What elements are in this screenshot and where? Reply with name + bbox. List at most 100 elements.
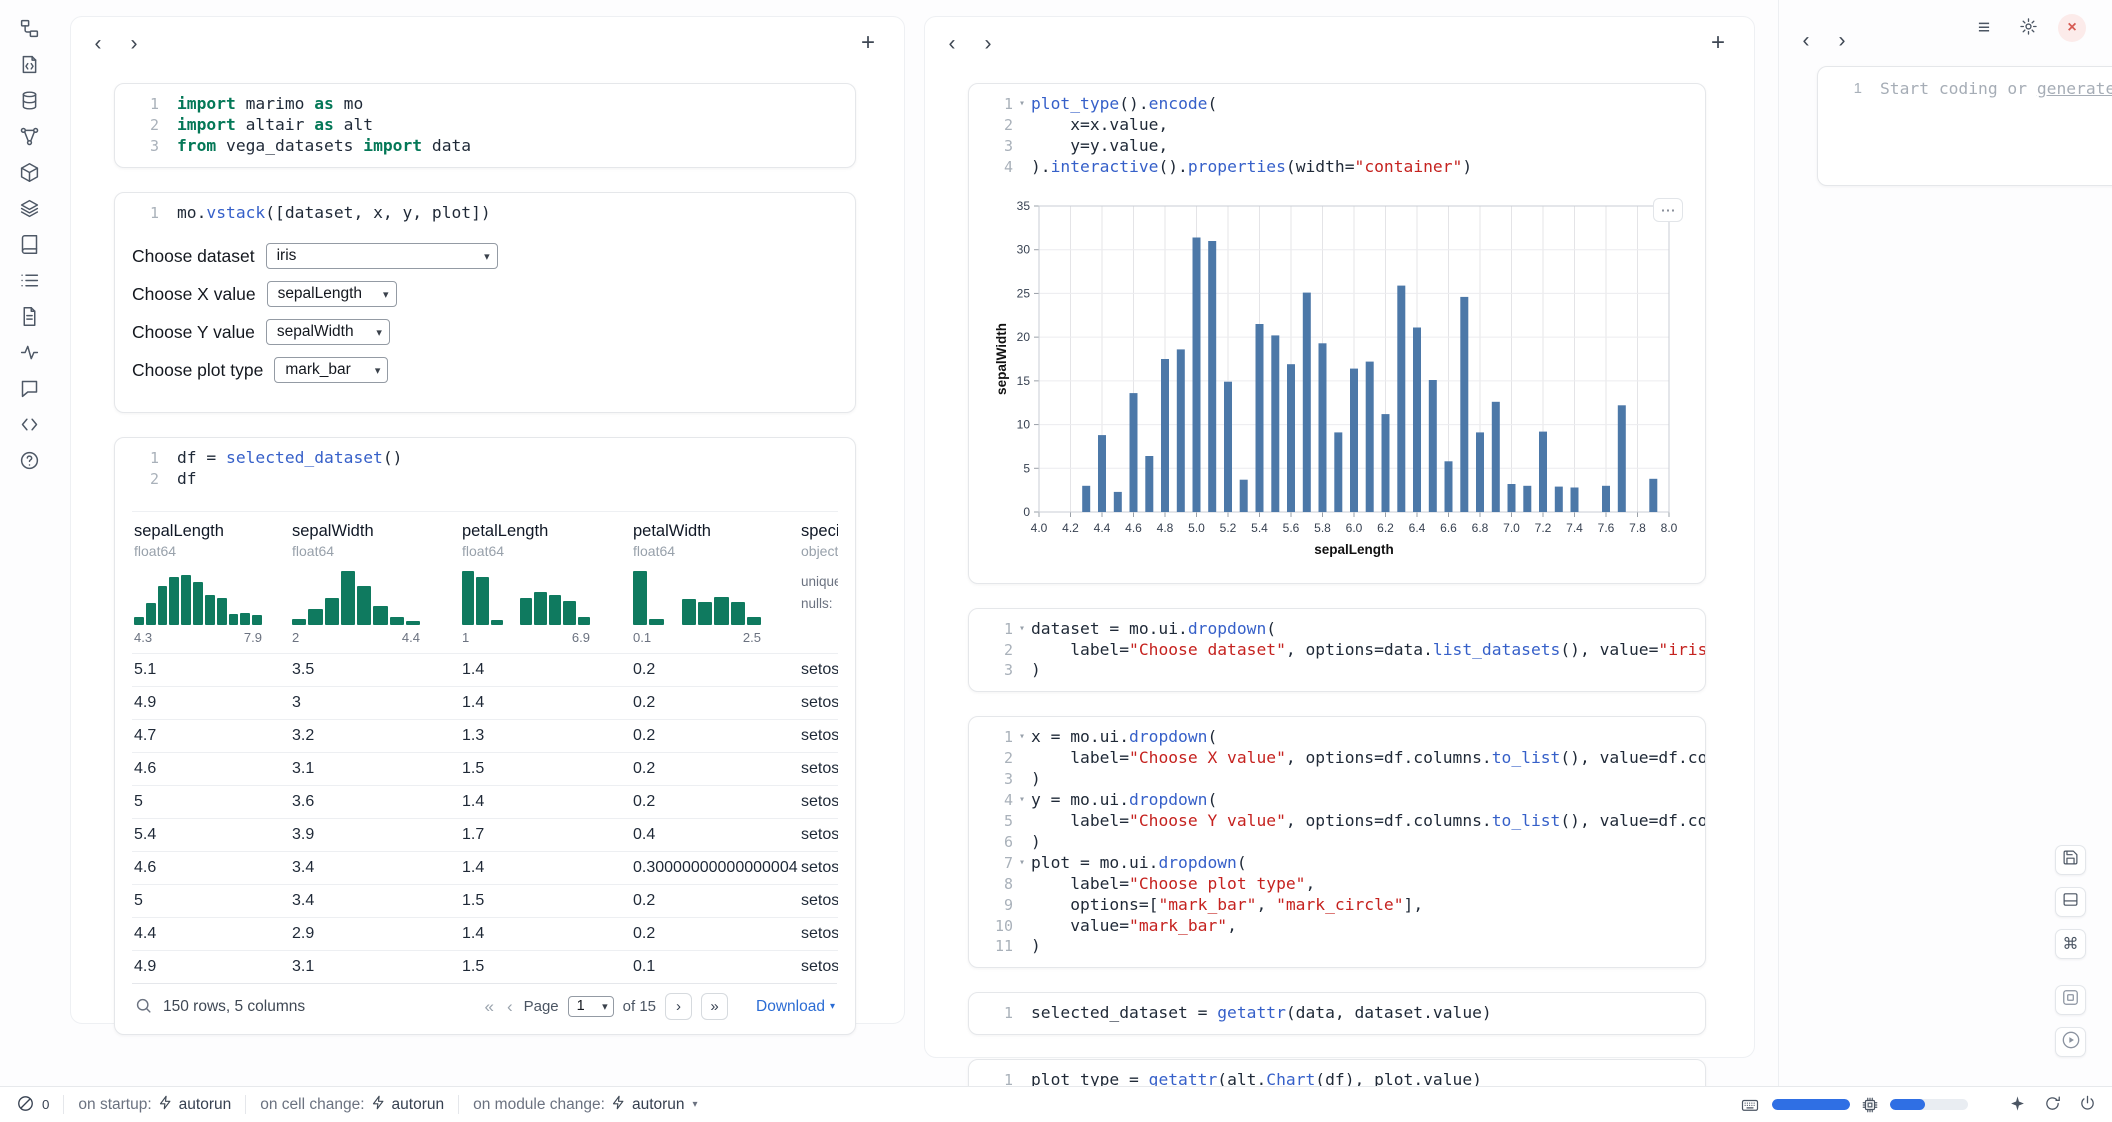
table-row[interactable]: 53.41.50.2setosa <box>132 884 838 917</box>
app-view-button[interactable] <box>2055 985 2086 1015</box>
column-histogram[interactable] <box>462 569 590 625</box>
column-header[interactable]: sepalLengthfloat644.37.9 <box>132 512 290 653</box>
column-histogram[interactable] <box>292 569 420 625</box>
table-row[interactable]: 53.61.40.2setosa <box>132 785 838 818</box>
table-row[interactable]: 5.13.51.40.2setosa <box>132 653 838 686</box>
restart-kernel-button[interactable] <box>2044 1095 2061 1115</box>
shutdown-kernel-button[interactable] <box>2079 1095 2096 1115</box>
code-editor[interactable]: 1df = selected_dataset()2df <box>115 438 855 500</box>
add-cell-button[interactable]: + <box>854 29 882 57</box>
prev-page-button[interactable]: ‹ <box>505 997 515 1017</box>
column-scroll-right-button[interactable]: › <box>121 31 147 57</box>
next-page-button[interactable]: › <box>665 993 692 1020</box>
fold-chevron-icon[interactable]: ▾ <box>1013 619 1031 640</box>
save-button[interactable] <box>2055 845 2086 875</box>
line-number: 1 <box>969 94 1013 115</box>
autorun-setting[interactable]: on startup:autorun <box>78 1095 231 1115</box>
keyboard-shortcuts-button[interactable]: ⌘ <box>2055 929 2086 959</box>
column-header[interactable]: sepalWidthfloat6424.4 <box>290 512 460 653</box>
panel-snippets-button[interactable] <box>14 412 44 440</box>
panel-file-tree-button[interactable] <box>14 16 44 44</box>
column-header[interactable]: speciesobjectunique:nulls: <box>799 512 838 653</box>
svg-text:7.0: 7.0 <box>1503 521 1520 535</box>
panel-variables-button[interactable] <box>14 124 44 152</box>
ai-assist-button[interactable] <box>2009 1095 2026 1115</box>
plus-icon: + <box>861 29 875 57</box>
column-header[interactable]: petalWidthfloat640.12.5 <box>631 512 799 653</box>
table-cell: setosa <box>799 654 838 686</box>
fold-chevron-icon[interactable]: ▾ <box>1013 853 1031 874</box>
table-row[interactable]: 4.931.40.2setosa <box>132 686 838 719</box>
column-histogram[interactable] <box>134 569 262 625</box>
fold-chevron-icon[interactable]: ▾ <box>1013 790 1031 811</box>
code-editor[interactable]: 1selected_dataset = getattr(data, datase… <box>969 993 1705 1034</box>
floating-actions: ⌘ <box>2055 845 2086 1057</box>
table-search-button[interactable] <box>134 996 153 1018</box>
empty-cell[interactable]: 1 Start coding or generate with AI <box>1817 66 2112 186</box>
table-cell: 4.4 <box>132 918 290 950</box>
table-header-row: sepalLengthfloat644.37.9sepalWidthfloat6… <box>132 512 838 653</box>
chart-menu-button[interactable]: ⋯ <box>1653 198 1683 222</box>
panel-code-file-button[interactable] <box>14 52 44 80</box>
panel-layers-button[interactable] <box>14 196 44 224</box>
panel-list-button[interactable] <box>14 268 44 296</box>
panel-activity-button[interactable] <box>14 340 44 368</box>
code-editor[interactable]: 1mo.vstack([dataset, x, y, plot]) <box>115 193 855 234</box>
y-value-select[interactable]: sepalWidth <box>266 319 390 345</box>
table-row[interactable]: 4.63.41.40.30000000000000004setosa <box>132 851 838 884</box>
frame-icon <box>2061 988 2080 1012</box>
dataset-select[interactable]: iris <box>266 243 498 269</box>
table-row[interactable]: 4.73.21.30.2setosa <box>132 719 838 752</box>
autorun-setting[interactable]: on cell change:autorun <box>260 1095 444 1115</box>
column-scroll-left-button[interactable]: ‹ <box>1793 28 1819 54</box>
fold-chevron-icon[interactable]: ▾ <box>1013 727 1031 748</box>
shutdown-button[interactable]: × <box>2058 14 2086 42</box>
panel-book-button[interactable] <box>14 232 44 260</box>
add-cell-button[interactable]: + <box>1704 29 1732 57</box>
column-header[interactable]: petalLengthfloat6416.9 <box>460 512 631 653</box>
table-row[interactable]: 4.63.11.50.2setosa <box>132 752 838 785</box>
svg-text:15: 15 <box>1017 373 1031 387</box>
generate-with-ai-link[interactable]: generate <box>2037 79 2112 98</box>
column-scroll-right-button[interactable]: › <box>975 31 1001 57</box>
chevron-left-icon: ‹ <box>95 32 102 56</box>
panel-packages-button[interactable] <box>14 160 44 188</box>
download-button[interactable]: Download ▾ <box>756 998 835 1016</box>
code-editor[interactable]: 1import marimo as mo2import altair as al… <box>115 84 855 167</box>
x-value-select[interactable]: sepalLength <box>267 281 397 307</box>
code-editor[interactable]: 1▾dataset = mo.ui.dropdown(2 label="Choo… <box>969 609 1705 692</box>
panel-document-button[interactable] <box>14 304 44 332</box>
table-cell: 1.7 <box>460 819 631 851</box>
memory-usage-meter[interactable] <box>1772 1099 1850 1110</box>
code-editor[interactable]: 1▾plot_type().encode(2 x=x.value,3 y=y.v… <box>969 84 1705 188</box>
code-editor[interactable]: 1▾x = mo.ui.dropdown(2 label="Choose X v… <box>969 717 1705 967</box>
settings-button[interactable] <box>2014 14 2042 42</box>
table-row[interactable]: 5.43.91.70.4setosa <box>132 818 838 851</box>
table-cell: 3 <box>290 687 460 719</box>
panel-database-button[interactable] <box>14 88 44 116</box>
plot-type-select[interactable]: mark_bar <box>274 357 388 383</box>
notebook-column-2: ‹ › + 1▾plot_type().encode(2 x=x.value,3… <box>924 16 1755 1058</box>
last-page-button[interactable]: » <box>701 993 728 1020</box>
svg-text:8.0: 8.0 <box>1661 521 1678 535</box>
dropdown-label: Choose X value <box>132 284 256 305</box>
cpu-usage-meter[interactable] <box>1890 1099 1968 1110</box>
bar-chart[interactable]: 4.04.24.44.64.85.05.25.45.65.86.06.26.46… <box>993 194 1683 564</box>
column-histogram[interactable] <box>633 569 761 625</box>
page-select[interactable]: 1 <box>568 996 614 1017</box>
panel-layout-button[interactable] <box>2055 887 2086 917</box>
run-all-button[interactable] <box>2055 1027 2086 1057</box>
column-scroll-left-button[interactable]: ‹ <box>85 31 111 57</box>
line-number: 4 <box>969 790 1013 811</box>
autorun-setting[interactable]: on module change:autorun▾ <box>473 1095 697 1115</box>
panel-ai-chat-button[interactable] <box>14 376 44 404</box>
column-scroll-left-button[interactable]: ‹ <box>939 31 965 57</box>
first-page-button[interactable]: « <box>482 997 495 1017</box>
panel-help-button[interactable] <box>14 448 44 476</box>
notebook-menu-button[interactable]: ≡ <box>1970 14 1998 42</box>
table-row[interactable]: 4.93.11.50.1setosa <box>132 950 838 983</box>
errors-button[interactable]: 0 <box>16 1094 49 1116</box>
table-row[interactable]: 4.42.91.40.2setosa <box>132 917 838 950</box>
column-scroll-right-button[interactable]: › <box>1829 28 1855 54</box>
fold-chevron-icon[interactable]: ▾ <box>1013 94 1031 115</box>
